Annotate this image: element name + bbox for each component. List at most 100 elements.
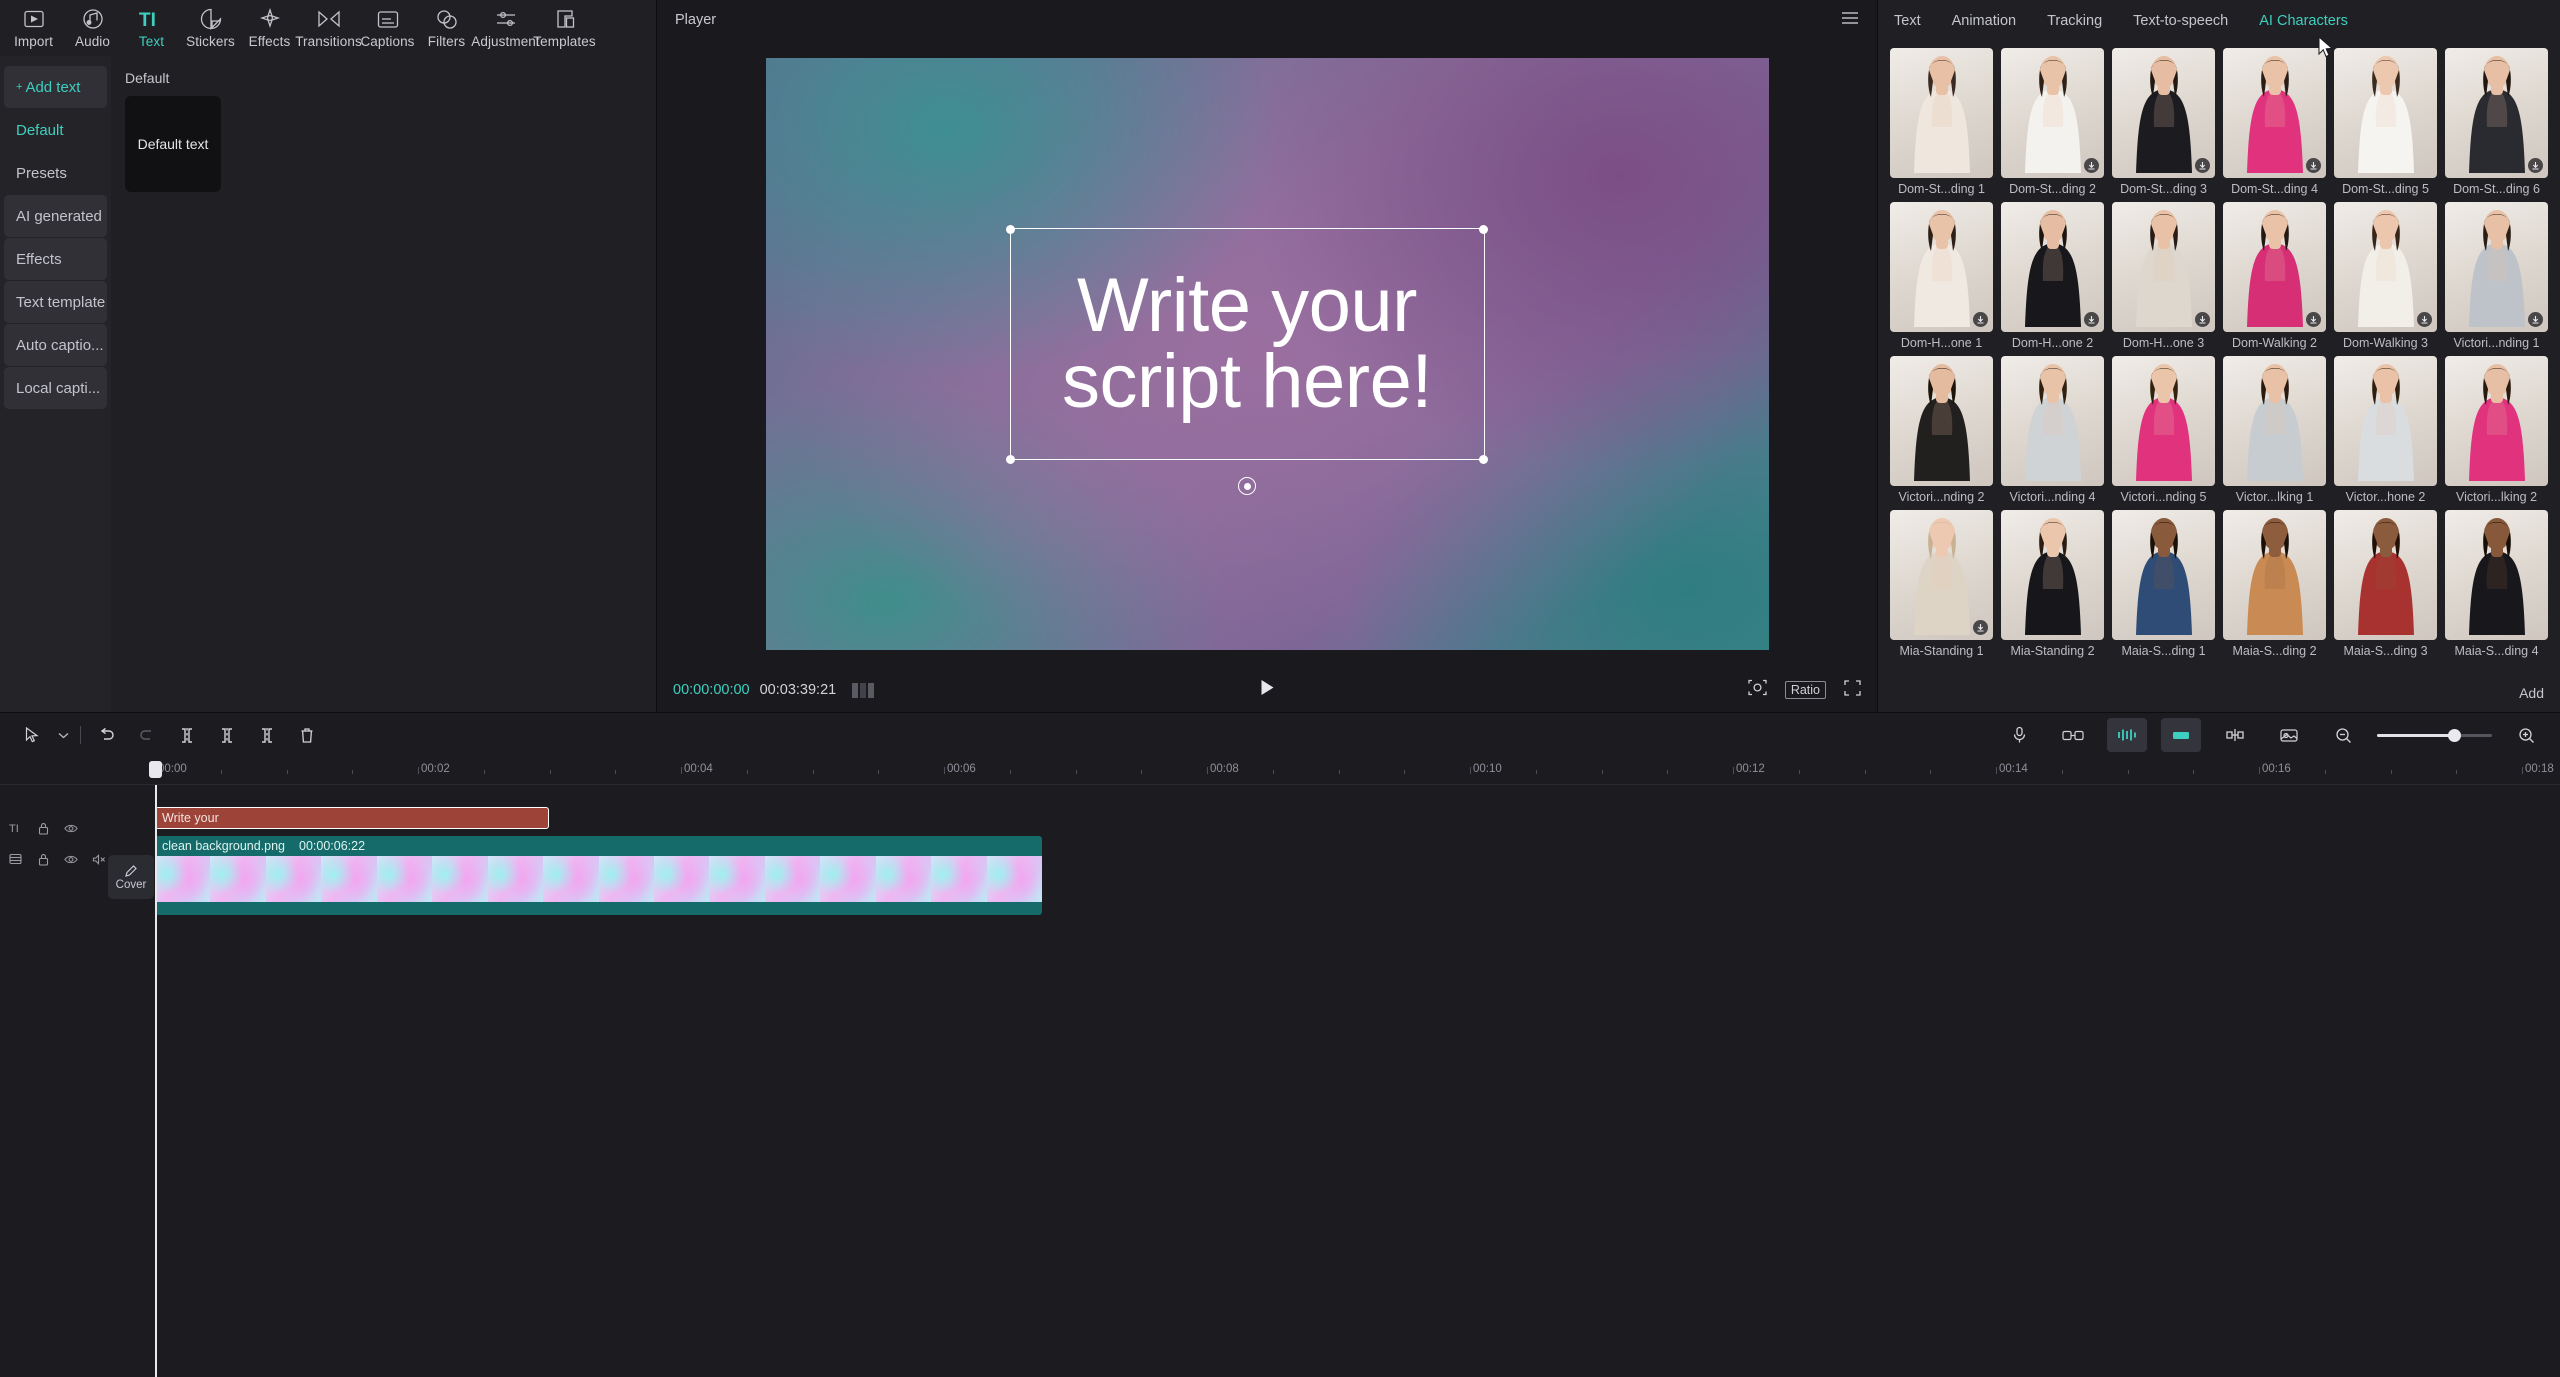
character-thumbnail[interactable] xyxy=(1890,202,1993,332)
main-tab-transitions[interactable]: Transitions xyxy=(299,7,358,49)
zoom-in-icon[interactable] xyxy=(2506,718,2546,752)
timeline-playhead[interactable] xyxy=(155,785,157,1377)
select-arrow-icon[interactable] xyxy=(12,718,52,752)
tab-animation[interactable]: Animation xyxy=(1952,13,2016,29)
lock-icon[interactable] xyxy=(36,852,50,866)
timeline-text-clip[interactable]: Write your xyxy=(155,807,549,829)
ratio-button[interactable]: Ratio xyxy=(1785,681,1826,699)
download-icon[interactable] xyxy=(2528,158,2543,173)
main-tab-captions[interactable]: Captions xyxy=(358,7,417,49)
character-thumbnail[interactable] xyxy=(2001,48,2104,178)
character-thumbnail[interactable] xyxy=(2001,202,2104,332)
eye-icon[interactable] xyxy=(64,821,78,835)
default-text-preset-card[interactable]: Default text xyxy=(125,96,221,192)
character-thumbnail[interactable] xyxy=(2223,510,2326,640)
character-thumbnail[interactable] xyxy=(2223,48,2326,178)
player-frames-icon[interactable] xyxy=(852,683,874,698)
character-card[interactable]: Victori...nding 1 xyxy=(2445,202,2548,350)
download-icon[interactable] xyxy=(1973,312,1988,327)
snapshot-icon[interactable] xyxy=(1748,679,1767,701)
eye-icon[interactable] xyxy=(64,852,78,866)
sidebar-item-default[interactable]: Default xyxy=(4,109,107,151)
character-thumbnail[interactable] xyxy=(2223,202,2326,332)
tab-tracking[interactable]: Tracking xyxy=(2047,13,2102,29)
character-card[interactable]: Dom-St...ding 6 xyxy=(2445,48,2548,196)
audio-wave-icon[interactable] xyxy=(2107,718,2147,752)
character-card[interactable]: Dom-St...ding 3 xyxy=(2112,48,2215,196)
link-icon[interactable] xyxy=(2053,718,2093,752)
trim-right-icon[interactable] xyxy=(247,718,287,752)
zoom-knob[interactable] xyxy=(2448,729,2461,742)
undo-icon[interactable] xyxy=(87,718,127,752)
character-thumbnail[interactable] xyxy=(2334,510,2437,640)
main-tab-text[interactable]: TIText xyxy=(122,7,181,49)
crossfade-icon[interactable] xyxy=(2215,718,2255,752)
download-icon[interactable] xyxy=(2084,312,2099,327)
character-thumbnail[interactable] xyxy=(2334,48,2437,178)
trim-left-icon[interactable] xyxy=(207,718,247,752)
download-icon[interactable] xyxy=(2084,158,2099,173)
download-icon[interactable] xyxy=(1973,620,1988,635)
download-icon[interactable] xyxy=(2195,158,2210,173)
character-thumbnail[interactable] xyxy=(2112,202,2215,332)
download-icon[interactable] xyxy=(2195,312,2210,327)
zoom-out-icon[interactable] xyxy=(2323,718,2363,752)
cover-button[interactable]: Cover xyxy=(108,855,154,899)
resize-handle-bl[interactable] xyxy=(1006,455,1015,464)
character-card[interactable]: Dom-St...ding 4 xyxy=(2223,48,2326,196)
character-card[interactable]: Maia-S...ding 1 xyxy=(2112,510,2215,658)
character-card[interactable]: Victori...nding 2 xyxy=(1890,356,1993,504)
character-thumbnail[interactable] xyxy=(2334,356,2437,486)
character-card[interactable]: Dom-H...one 3 xyxy=(2112,202,2215,350)
chevron-down-icon[interactable] xyxy=(52,718,74,752)
character-thumbnail[interactable] xyxy=(2445,202,2548,332)
character-card[interactable]: Maia-S...ding 2 xyxy=(2223,510,2326,658)
mute-icon[interactable] xyxy=(92,852,106,866)
character-card[interactable]: Maia-S...ding 4 xyxy=(2445,510,2548,658)
character-card[interactable]: Dom-H...one 2 xyxy=(2001,202,2104,350)
timeline-video-clip[interactable]: clean background.png 00:00:06:22 xyxy=(155,836,1042,915)
resize-handle-tr[interactable] xyxy=(1479,225,1488,234)
character-thumbnail[interactable] xyxy=(1890,48,1993,178)
main-tab-audio[interactable]: Audio xyxy=(63,7,122,49)
playhead-handle[interactable] xyxy=(149,761,162,778)
character-thumbnail[interactable] xyxy=(2001,356,2104,486)
character-thumbnail[interactable] xyxy=(2112,510,2215,640)
freeze-frame-icon[interactable] xyxy=(2269,718,2309,752)
resize-handle-br[interactable] xyxy=(1479,455,1488,464)
split-icon[interactable] xyxy=(167,718,207,752)
character-card[interactable]: Dom-Walking 2 xyxy=(2223,202,2326,350)
sidebar-item-auto-captio[interactable]: Auto captio... xyxy=(4,324,107,366)
download-icon[interactable] xyxy=(2306,312,2321,327)
download-icon[interactable] xyxy=(2528,312,2543,327)
character-thumbnail[interactable] xyxy=(2445,510,2548,640)
character-card[interactable]: Victori...nding 4 xyxy=(2001,356,2104,504)
tab-text[interactable]: Text xyxy=(1894,13,1921,29)
character-thumbnail[interactable] xyxy=(1890,356,1993,486)
main-tab-templates[interactable]: Templates xyxy=(535,7,594,49)
download-icon[interactable] xyxy=(2306,158,2321,173)
character-card[interactable]: Victor...lking 1 xyxy=(2223,356,2326,504)
character-card[interactable]: Maia-S...ding 3 xyxy=(2334,510,2437,658)
sidebar-item-ai-generated[interactable]: AI generated xyxy=(4,195,107,237)
delete-icon[interactable] xyxy=(287,718,327,752)
character-card[interactable]: Dom-St...ding 1 xyxy=(1890,48,1993,196)
character-card[interactable]: Victor...hone 2 xyxy=(2334,356,2437,504)
tab-ai-characters[interactable]: AI Characters xyxy=(2259,13,2348,29)
character-card[interactable]: Victori...lking 2 xyxy=(2445,356,2548,504)
fullscreen-icon[interactable] xyxy=(1844,680,1861,701)
microphone-icon[interactable] xyxy=(1999,718,2039,752)
main-tab-filters[interactable]: Filters xyxy=(417,7,476,49)
tab-text-to-speech[interactable]: Text-to-speech xyxy=(2133,13,2228,29)
character-thumbnail[interactable] xyxy=(2223,356,2326,486)
main-tab-adjustment[interactable]: Adjustment xyxy=(476,7,535,49)
character-thumbnail[interactable] xyxy=(2445,48,2548,178)
character-card[interactable]: Victori...nding 5 xyxy=(2112,356,2215,504)
character-thumbnail[interactable] xyxy=(2334,202,2437,332)
lock-icon[interactable] xyxy=(36,821,50,835)
character-thumbnail[interactable] xyxy=(2112,356,2215,486)
play-button[interactable] xyxy=(1260,679,1275,701)
sidebar-item-local-capti[interactable]: Local capti... xyxy=(4,367,107,409)
download-icon[interactable] xyxy=(2417,312,2432,327)
main-tab-stickers[interactable]: Stickers xyxy=(181,7,240,49)
